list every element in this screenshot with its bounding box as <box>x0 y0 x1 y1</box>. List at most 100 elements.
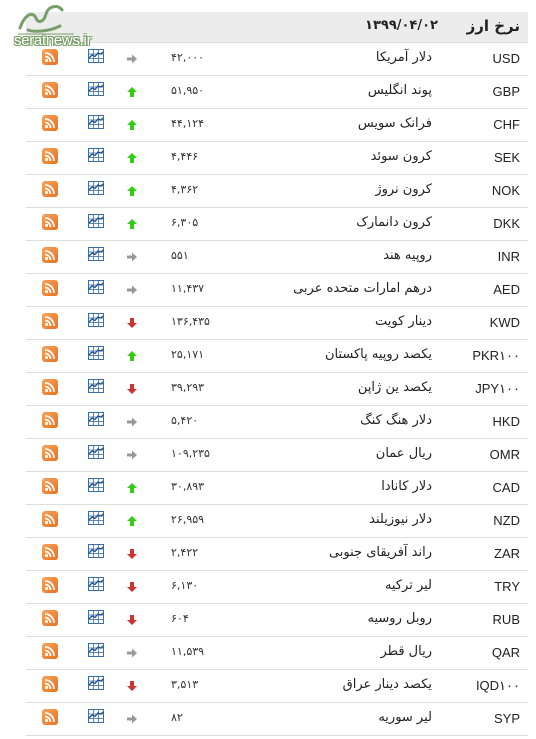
chart-icon[interactable] <box>88 445 104 459</box>
arrow-up-icon <box>127 483 137 493</box>
table-body: USD دلار آمریکا ۴۲,۰۰۰ GBP پوند انگلیس ۵… <box>26 43 528 736</box>
currency-code: TRY <box>494 579 520 594</box>
currency-price: ۱۰۹,۲۳۵ <box>171 447 210 460</box>
chart-icon[interactable] <box>88 544 104 558</box>
chart-icon[interactable] <box>88 478 104 492</box>
currency-code: USD <box>492 51 520 66</box>
currency-name: یکصد ین ژاپن <box>357 380 432 395</box>
currency-code: SEK <box>493 150 520 165</box>
arrow-right-icon <box>127 714 137 724</box>
table-row: NOK کرون نروژ ۴,۳۶۲ <box>26 175 528 208</box>
chart-icon[interactable] <box>88 610 104 624</box>
table-title: نرخ ارز <box>466 17 520 35</box>
rss-icon[interactable] <box>42 544 58 560</box>
table-row: TRY لیر ترکیه ۶,۱۳۰ <box>26 571 528 604</box>
currency-code: JPY۱۰۰ <box>475 381 520 396</box>
chart-icon[interactable] <box>88 148 104 162</box>
currency-name: دینار کویت <box>375 314 432 329</box>
rss-icon[interactable] <box>42 313 58 329</box>
rss-icon[interactable] <box>42 511 58 527</box>
site-logo[interactable]: seratnews.ir <box>14 2 94 52</box>
currency-code: INR <box>497 249 520 264</box>
rss-icon[interactable] <box>42 181 58 197</box>
rss-icon[interactable] <box>42 148 58 164</box>
rss-icon[interactable] <box>42 82 58 98</box>
currency-price: ۵,۴۲۰ <box>171 414 199 427</box>
table-row: SYP لیر سوریه ۸۲ <box>26 703 528 736</box>
currency-code: SYP <box>493 711 520 726</box>
table-row: INR روپیه هند ۵۵۱ <box>26 241 528 274</box>
currency-code: CAD <box>492 480 520 495</box>
currency-name: یکصد روپیه پاکستان <box>324 347 432 362</box>
chart-icon[interactable] <box>88 676 104 690</box>
chart-icon[interactable] <box>88 214 104 228</box>
chart-icon[interactable] <box>88 346 104 360</box>
arrow-right-icon <box>127 648 137 658</box>
arrow-down-icon <box>127 318 137 328</box>
table-row: CAD دلار کانادا ۳۰,۸۹۳ <box>26 472 528 505</box>
arrow-up-icon <box>127 351 137 361</box>
currency-name: روبل روسیه <box>367 611 433 626</box>
chart-icon[interactable] <box>88 577 104 591</box>
currency-price: ۲۵,۱۷۱ <box>171 348 205 361</box>
table-row: OMR ریال عمان ۱۰۹,۲۳۵ <box>26 439 528 472</box>
rss-icon[interactable] <box>42 247 58 263</box>
currency-code: AED <box>493 282 520 297</box>
rss-icon[interactable] <box>42 115 58 131</box>
chart-icon[interactable] <box>88 280 104 294</box>
currency-name: روپیه هند <box>383 248 432 263</box>
rss-icon[interactable] <box>42 577 58 593</box>
chart-icon[interactable] <box>88 247 104 261</box>
rss-icon[interactable] <box>42 445 58 461</box>
rss-icon[interactable] <box>42 412 58 428</box>
chart-icon[interactable] <box>88 115 104 129</box>
arrow-up-icon <box>127 219 137 229</box>
currency-name: پوند انگلیس <box>367 83 432 98</box>
rss-icon[interactable] <box>42 280 58 296</box>
chart-icon[interactable] <box>88 412 104 426</box>
currency-code: OMR <box>489 447 520 462</box>
chart-icon[interactable] <box>88 379 104 393</box>
chart-icon[interactable] <box>88 511 104 525</box>
rss-icon[interactable] <box>42 346 58 362</box>
currency-table: نرخ ارز ۱۳۹۹/۰۴/۰۲ USD دلار آمریکا ۴۲,۰۰… <box>26 12 528 736</box>
arrow-right-icon <box>127 450 137 460</box>
table-row: USD دلار آمریکا ۴۲,۰۰۰ <box>26 43 528 76</box>
currency-code: PKR۱۰۰ <box>472 348 520 363</box>
arrow-up-icon <box>127 516 137 526</box>
chart-icon[interactable] <box>88 82 104 96</box>
currency-code: NOK <box>491 183 520 198</box>
currency-code: IQD۱۰۰ <box>475 678 520 693</box>
currency-price: ۵۱,۹۵۰ <box>171 84 205 97</box>
currency-price: ۳۰,۸۹۳ <box>171 480 205 493</box>
rss-icon[interactable] <box>42 478 58 494</box>
currency-name: دلار کانادا <box>381 479 432 494</box>
chart-icon[interactable] <box>88 709 104 723</box>
currency-name: ریال عمان <box>375 446 432 461</box>
chart-icon[interactable] <box>88 313 104 327</box>
currency-name: راند آفریقای جنوبی <box>328 545 432 560</box>
currency-price: ۸۲ <box>171 711 183 724</box>
currency-price: ۳۹,۲۹۳ <box>171 381 205 394</box>
rss-icon[interactable] <box>42 214 58 230</box>
currency-name: کرون دانمارک <box>356 215 432 230</box>
table-row: SEK کرون سوئد ۴,۴۴۶ <box>26 142 528 175</box>
arrow-down-icon <box>127 384 137 394</box>
currency-code: QAR <box>491 645 520 660</box>
currency-name: درهم امارات متحده عربی <box>293 281 432 296</box>
currency-price: ۲,۴۲۲ <box>171 546 199 559</box>
currency-price: ۱۳۶,۴۳۵ <box>171 315 210 328</box>
rss-icon[interactable] <box>42 610 58 626</box>
rss-icon[interactable] <box>42 379 58 395</box>
chart-icon[interactable] <box>88 643 104 657</box>
currency-price: ۳,۵۱۳ <box>171 678 199 691</box>
currency-price: ۶,۱۳۰ <box>171 579 199 592</box>
table-row: JPY۱۰۰ یکصد ین ژاپن ۳۹,۲۹۳ <box>26 373 528 406</box>
currency-name: لیر سوریه <box>378 710 432 725</box>
chart-icon[interactable] <box>88 181 104 195</box>
rss-icon[interactable] <box>42 643 58 659</box>
rss-icon[interactable] <box>42 676 58 692</box>
currency-code: CHF <box>493 117 520 132</box>
rss-icon[interactable] <box>42 709 58 725</box>
currency-name: یکصد دینار عراق <box>342 677 432 692</box>
